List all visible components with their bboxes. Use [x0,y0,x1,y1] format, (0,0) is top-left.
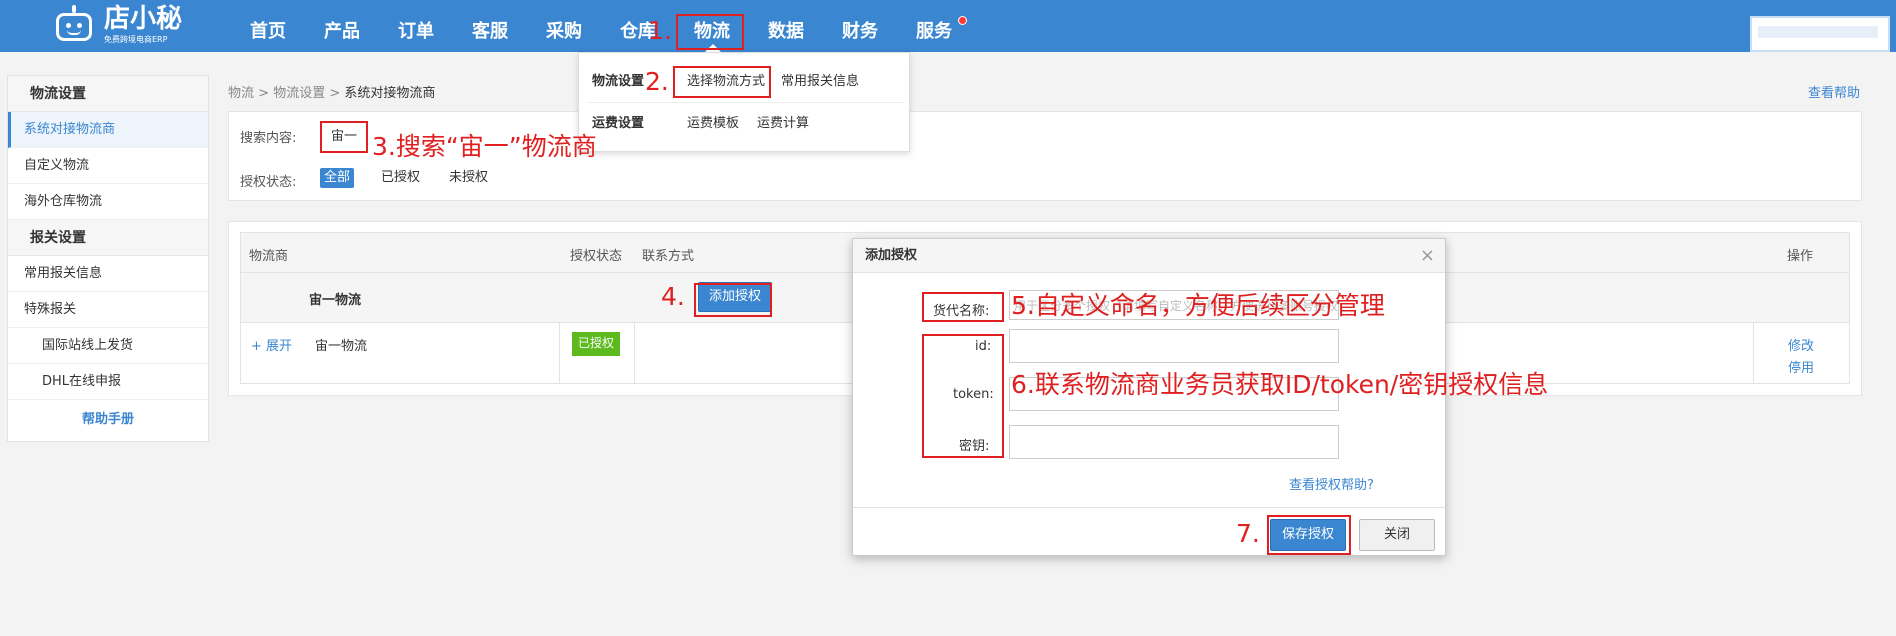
nav-home[interactable]: 首页 [250,0,286,52]
sidebar-item-intl-station[interactable]: 国际站线上发货 [8,328,208,364]
search-input[interactable]: 宙一 [320,121,368,153]
group-name: 宙一物流 [309,293,362,308]
sidebar-item-custom-logistics[interactable]: 自定义物流 [8,148,208,184]
annotation-box-save [1267,515,1351,555]
sidebar-item-special-customs[interactable]: 特殊报关 [8,292,208,328]
dropdown-group-logistics: 物流设置 [592,74,645,89]
expand-link[interactable]: + 展开 [251,335,292,354]
nav-services[interactable]: 服务 [916,0,952,52]
auth-help-link[interactable]: 查看授权帮助? [1289,474,1374,493]
col-provider: 物流商 [249,249,289,264]
annotation-box-menu [673,66,771,98]
annotation-box-nav [676,14,744,50]
annotation-box-add [694,283,772,317]
col-ops: 操作 [1787,249,1814,264]
menu-common-customs[interactable]: 常用报关信息 [781,70,859,89]
nav-data[interactable]: 数据 [768,0,804,52]
sidebar-item-dhl[interactable]: DHL在线申报 [8,364,208,400]
modal-title: 添加授权 [853,239,1445,273]
annotation-step2: 2. [645,67,669,96]
secret-input[interactable] [1009,425,1339,459]
sidebar-item-system-carriers[interactable]: 系统对接物流商 [8,112,208,148]
carrier-name: 宙一物流 [315,339,368,354]
sidebar-help-manual[interactable]: 帮助手册 [8,400,208,440]
sidebar-section-logistics: 物流设置 [8,76,208,112]
dropdown-group-freight: 运费设置 [592,116,645,131]
logo[interactable]: 店小秘 免费跨境电商ERP [52,2,192,48]
filter-authorized[interactable]: 已授权 [377,168,424,188]
filter-all[interactable]: 全部 [320,168,355,188]
filter-unauthorized[interactable]: 未授权 [445,168,492,188]
annotation-step5: 5.自定义命名，方便后续区分管理 [1011,291,1385,320]
col-status: 授权状态 [570,249,623,264]
sidebar: 物流设置 系统对接物流商 自定义物流 海外仓库物流 报关设置 常用报关信息 特殊… [7,75,209,442]
robot-logo-icon [52,5,96,45]
menu-freight-template[interactable]: 运费模板 [687,112,739,131]
nav-products[interactable]: 产品 [324,0,360,52]
annotation-step6: 6.联系物流商业务员获取ID/token/密钥授权信息 [1011,370,1549,399]
help-link[interactable]: 查看帮助 [1808,82,1860,101]
nav-service[interactable]: 客服 [472,0,508,52]
disable-link[interactable]: 停用 [1788,357,1814,376]
annotation-box-credentials [922,334,1004,458]
user-account-box[interactable] [1750,16,1890,52]
annotation-step3: 3.搜索“宙一”物流商 [372,132,597,161]
edit-link[interactable]: 修改 [1788,335,1814,354]
breadcrumb-current: 系统对接物流商 [344,86,436,101]
col-contact: 联系方式 [642,249,695,264]
close-icon[interactable]: × [1420,245,1435,266]
annotation-step4: 4. [661,282,685,311]
nav-orders[interactable]: 订单 [398,0,434,52]
nav-purchase[interactable]: 采购 [546,0,582,52]
logo-subtitle: 免费跨境电商ERP [104,35,168,44]
annotation-step1: 1. [648,16,672,45]
search-label: 搜索内容: [240,131,297,146]
auth-status-label: 授权状态: [240,175,297,190]
annotation-box-alias [922,292,1004,322]
menu-freight-calc[interactable]: 运费计算 [757,112,809,131]
logo-title: 店小秘 [104,4,183,34]
nav-finance[interactable]: 财务 [842,0,878,52]
breadcrumb-settings[interactable]: 物流设置 [273,86,325,101]
breadcrumb-logistics[interactable]: 物流 [228,86,254,101]
sidebar-item-common-customs[interactable]: 常用报关信息 [8,256,208,292]
notification-dot [958,16,967,25]
close-button[interactable]: 关闭 [1359,519,1435,551]
annotation-step7: 7. [1236,519,1260,548]
sidebar-section-customs: 报关设置 [8,220,208,256]
sidebar-item-overseas-warehouse[interactable]: 海外仓库物流 [8,184,208,220]
status-badge: 已授权 [572,332,620,356]
top-navbar: 店小秘 免费跨境电商ERP 首页 产品 订单 客服 采购 仓库 物流 数据 财务… [0,0,1896,52]
id-input[interactable] [1009,329,1339,363]
breadcrumb: 物流 > 物流设置 > 系统对接物流商 [228,86,436,101]
